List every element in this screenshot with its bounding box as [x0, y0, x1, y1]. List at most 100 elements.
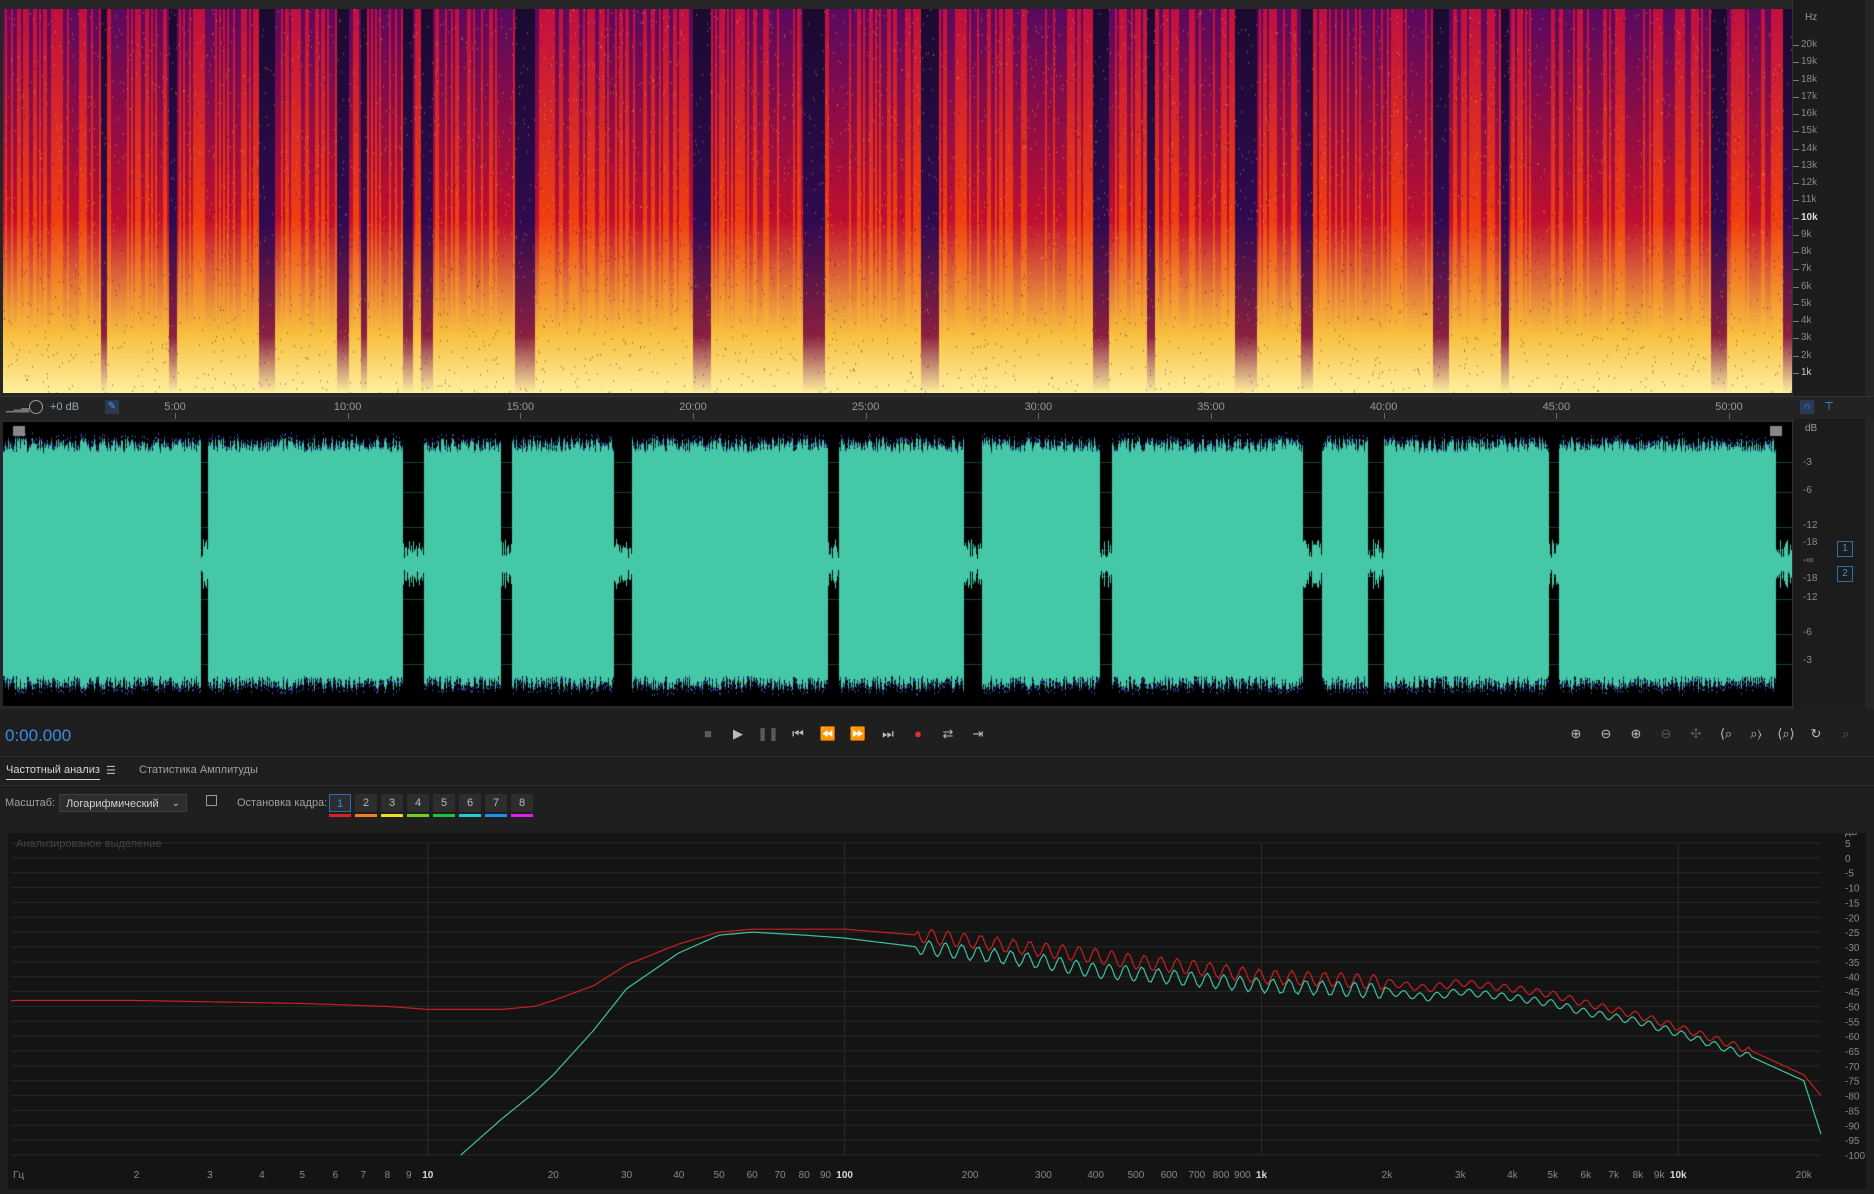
skip-selection-button[interactable]: ⇥	[967, 723, 989, 745]
zoom-in-time-icon[interactable]: ⊕	[1625, 723, 1647, 745]
rewind-button[interactable]: ⏪	[817, 723, 839, 745]
x-tick-label: 7	[360, 1170, 366, 1181]
x-tick-label: 6	[333, 1170, 339, 1181]
x-tick-label: 8	[385, 1170, 391, 1181]
headphones-icon[interactable]: ∩	[1800, 400, 1814, 414]
y-tick-label: -15	[1845, 898, 1860, 909]
time-label: 40:00	[1369, 401, 1398, 413]
frequency-tick	[1793, 79, 1799, 81]
x-tick-label: 200	[962, 1170, 979, 1181]
marker-icon[interactable]: ⊤	[1822, 400, 1836, 414]
zoom-full-icon[interactable]: ⟨⌕⟩	[1775, 723, 1797, 745]
zoom-selection-icon[interactable]: ✣	[1685, 723, 1707, 745]
gain-label[interactable]: +0 dB	[50, 401, 79, 413]
pin-icon[interactable]: ✎	[105, 400, 119, 414]
zoom-in-amplitude-icon[interactable]: ⊕	[1565, 723, 1587, 745]
time-label: 35:00	[1197, 401, 1225, 413]
freeze-frame-button-3[interactable]: 3	[381, 794, 403, 812]
y-tick-label: -5	[1845, 869, 1854, 880]
x-tick-label: 100	[836, 1170, 853, 1181]
freeze-frame-button-7[interactable]: 7	[485, 794, 507, 812]
freeze-frame-button-8[interactable]: 8	[511, 794, 533, 812]
record-button[interactable]: ●	[907, 723, 929, 745]
frequency-unit-label: Hz	[1805, 12, 1818, 23]
panel-menu-icon[interactable]: ☰	[106, 764, 116, 777]
timecode-display[interactable]: 0:00.000	[5, 726, 71, 746]
frequency-tick	[1793, 269, 1799, 271]
frequency-tick	[1793, 252, 1799, 254]
frequency-label: 9k	[1801, 228, 1812, 240]
stop-button[interactable]: ■	[697, 723, 719, 745]
freeze-frame-button-5[interactable]: 5	[433, 794, 455, 812]
zoom-reset-icon[interactable]: ↻	[1805, 723, 1827, 745]
copy-icon[interactable]	[206, 795, 217, 806]
freeze-frame-button-6[interactable]: 6	[459, 794, 481, 812]
time-label: 15:00	[506, 401, 535, 413]
freeze-frame-button-4[interactable]: 4	[407, 794, 429, 812]
tab-frequency-analysis[interactable]: Частотный анализ	[6, 764, 100, 780]
frequency-tick	[1793, 165, 1799, 167]
time-ruler[interactable]: ▁▂▃ +0 dB ✎ 5:00 10:00 15:00 20:00 25:00 30:0…	[0, 396, 1874, 420]
frequency-label: 17k	[1801, 90, 1818, 102]
go-to-end-button[interactable]: ⏭	[877, 723, 899, 745]
y-tick-label: -50	[1845, 1002, 1860, 1013]
frequency-label: 5k	[1801, 297, 1812, 309]
frequency-tick	[1793, 234, 1799, 236]
freeze-frame-color	[381, 814, 403, 817]
scale-dropdown[interactable]: Логарифмический ⌄	[59, 794, 187, 812]
frequency-tick	[1793, 373, 1799, 374]
time-label: 10:00	[333, 401, 362, 413]
frequency-tick	[1793, 114, 1799, 116]
frequency-label: 2k	[1801, 349, 1812, 361]
time-label: 45:00	[1542, 401, 1571, 413]
channel-1-toggle[interactable]: 1	[1837, 541, 1853, 557]
loop-playback-button[interactable]: ⇄	[937, 723, 959, 745]
waveform-view[interactable]	[3, 422, 1792, 706]
spectrum-series-line	[11, 928, 1822, 1096]
frequency-plot[interactable]: 5 0 -5 -10 -15 -20 -25 -30 -35 -40 -45 -50 -55 -60 -65…	[8, 827, 1866, 1189]
freeze-frame-color	[433, 814, 455, 817]
channel-2-toggle[interactable]: 2	[1837, 566, 1853, 582]
frequency-label: 20k	[1801, 39, 1818, 50]
chevron-down-icon: ⌄	[171, 798, 180, 809]
y-tick-label: 0	[1845, 854, 1851, 865]
db-label: -6	[1803, 627, 1812, 638]
waveform-panel	[0, 419, 1874, 709]
frequency-tick	[1793, 217, 1799, 219]
zoom-out-amplitude-icon[interactable]: ⊖	[1595, 723, 1617, 745]
gain-knob-icon[interactable]	[29, 400, 43, 414]
x-axis-label: Гц	[13, 1170, 24, 1181]
y-tick-label: -55	[1845, 1017, 1860, 1028]
zoom-in-left-icon[interactable]: ⟨⌕	[1715, 723, 1737, 745]
x-tick-label: 2	[134, 1170, 140, 1181]
frequency-label: 10k	[1801, 211, 1818, 223]
fast-forward-button[interactable]: ⏩	[847, 723, 869, 745]
y-tick-label: -65	[1845, 1047, 1860, 1058]
time-label: 25:00	[851, 401, 880, 413]
zoom-in-right-icon[interactable]: ⌕⟩	[1745, 723, 1767, 745]
zoom-out-time-icon[interactable]: ⊖	[1655, 723, 1677, 745]
frequency-label: 4k	[1801, 315, 1812, 327]
db-label: -12	[1803, 592, 1818, 603]
spectrogram-view[interactable]	[3, 9, 1792, 393]
x-tick-label: 20k	[1796, 1170, 1813, 1181]
freeze-frame-button-2[interactable]: 2	[355, 794, 377, 812]
frequency-tick	[1793, 45, 1799, 46]
frequency-tick	[1793, 303, 1799, 305]
zoom-fit-icon[interactable]: ⌕	[1835, 723, 1857, 745]
y-tick-label: -100	[1845, 1151, 1865, 1162]
db-center-label: -∞	[1803, 555, 1814, 566]
spectrum-series-line	[460, 931, 1822, 1156]
freeze-frame-button-1[interactable]: 1	[329, 794, 351, 812]
go-to-start-button[interactable]: ⏮	[787, 723, 809, 745]
frequency-label: 14k	[1801, 142, 1818, 154]
y-tick-label: -10	[1845, 884, 1860, 895]
time-label: 30:00	[1024, 401, 1053, 413]
tab-amplitude-statistics[interactable]: Статистика Амплитуды	[139, 764, 258, 776]
y-axis-label: дБ	[1845, 833, 1858, 838]
amplitude-scale: dB -3 -6 -12 -18 -∞ -18 -12 -6 -3 1 2	[1792, 419, 1865, 709]
play-button[interactable]: ▶	[727, 723, 749, 745]
pause-button[interactable]: ❚❚	[757, 723, 779, 745]
x-tick-label: 9	[406, 1170, 412, 1181]
x-tick-label: 10k	[1670, 1170, 1687, 1181]
